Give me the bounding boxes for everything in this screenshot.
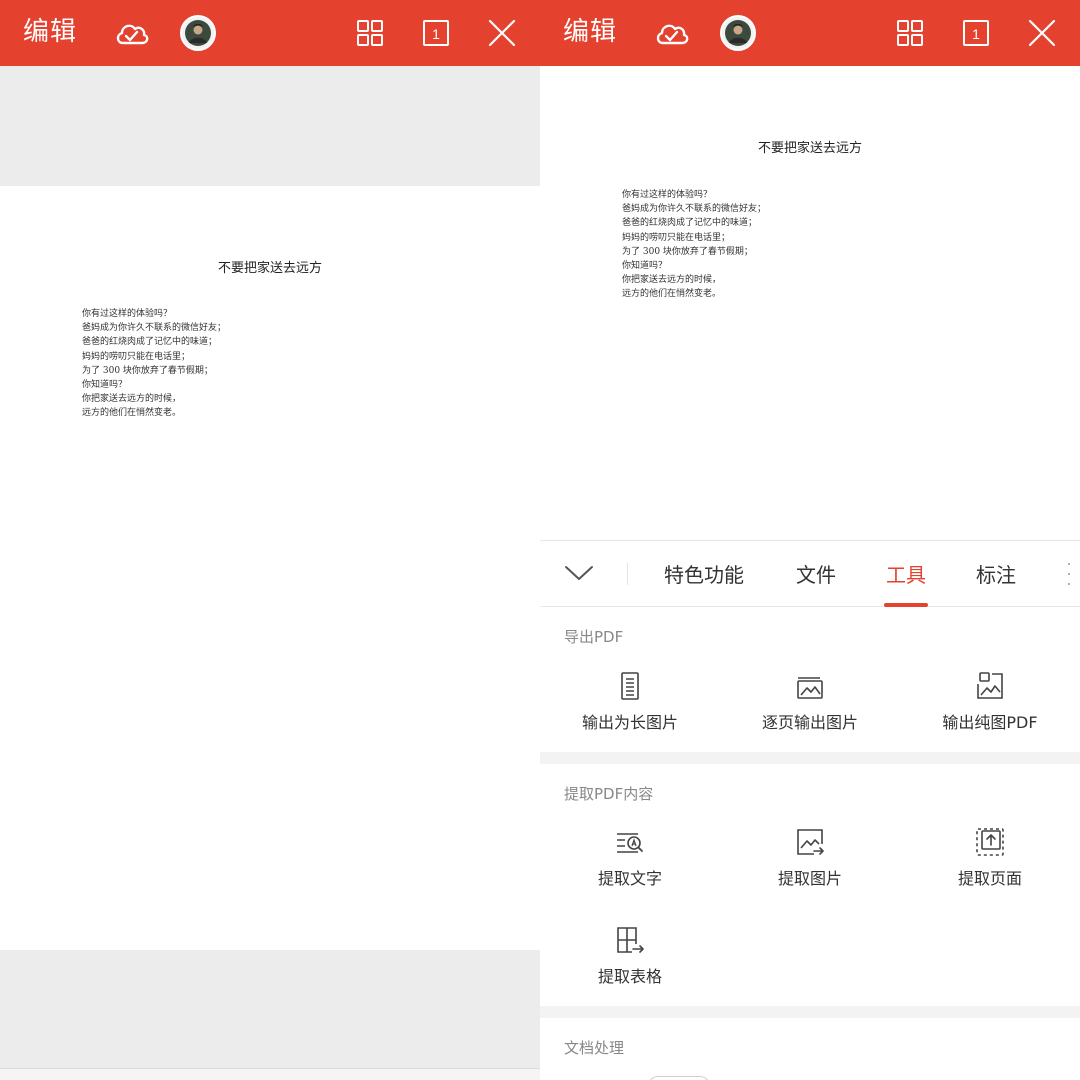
grid-icon[interactable] <box>890 13 930 53</box>
document-line: 妈妈的唠叨只能在电话里； <box>82 351 191 362</box>
avatar[interactable] <box>178 13 218 53</box>
edit-button[interactable]: 编辑 <box>23 14 77 50</box>
avatar[interactable] <box>718 13 758 53</box>
document-line: 你知道吗？ <box>82 380 128 391</box>
grid-icon[interactable] <box>350 13 390 53</box>
image-pdf-icon <box>977 672 1003 699</box>
panel-tab-bar: 特色功能 文件 工具 标注 <box>540 541 1080 607</box>
tool-label: 输出为长图片 <box>581 713 678 732</box>
document-line: 远方的他们在悄然变老。 <box>82 408 182 419</box>
document-line: 爸妈成为你许久不联系的微信好友； <box>622 204 767 215</box>
export-page-images-button[interactable]: 逐页输出图片 <box>720 670 900 760</box>
tool-label: 输出纯图PDF <box>942 713 1038 732</box>
section-title: 导出PDF <box>564 628 624 646</box>
partial-tool-badge <box>648 1076 710 1080</box>
cloud-check-icon[interactable] <box>112 13 152 53</box>
close-icon[interactable] <box>1022 13 1062 53</box>
document-line: 妈妈的唠叨只能在电话里； <box>622 232 731 243</box>
section-extract-pdf: 提取PDF内容 提取文字 提取图片 提取页面 提取表格 <box>540 764 1080 1006</box>
extract-page-button[interactable]: 提取页面 <box>900 826 1080 916</box>
extract-table-button[interactable]: 提取表格 <box>540 924 720 1014</box>
tool-label: 逐页输出图片 <box>761 713 858 732</box>
export-image-pdf-button[interactable]: 输出纯图PDF <box>900 670 1080 760</box>
document-title: 不要把家送去远方 <box>757 141 862 156</box>
page-images-icon <box>797 677 823 699</box>
tool-label: 提取表格 <box>597 967 662 986</box>
right-reader-pane: 编辑 1 不要把家送去远方 你有过这样的体验吗？ 爸妈成为你许久不联系的微信好友… <box>540 0 1080 1080</box>
extract-text-icon <box>617 833 643 853</box>
page-count-icon[interactable]: 1 <box>416 13 456 53</box>
document-line: 你把家送去远方的时候， <box>82 394 182 405</box>
bottom-bar <box>0 1068 540 1080</box>
top-toolbar: 编辑 1 <box>0 0 540 66</box>
tab-file[interactable]: 文件 <box>796 561 836 589</box>
document-body: 你有过这样的体验吗？ 爸妈成为你许久不联系的微信好友； 爸爸的红烧肉成了记忆中的… <box>82 307 226 421</box>
chevron-down-icon[interactable] <box>562 558 596 588</box>
extract-text-button[interactable]: 提取文字 <box>540 826 720 916</box>
document-line: 为了 300 块你放弃了春节假期； <box>622 246 753 257</box>
document-page <box>0 186 540 950</box>
document-line: 你知道吗？ <box>622 261 668 272</box>
section-export-pdf: 导出PDF 输出为长图片 逐页输出图片 输出纯图PDF <box>540 608 1080 752</box>
extract-image-icon <box>797 829 824 855</box>
tools-panel: 特色功能 文件 工具 标注 导出PDF 输出为长图片 逐页输出图片 输出纯图PD… <box>540 540 1080 1080</box>
top-toolbar: 编辑 1 <box>540 0 1080 66</box>
extract-table-icon <box>617 927 644 953</box>
document-line: 你有过这样的体验吗？ <box>82 309 173 319</box>
tool-label: 提取页面 <box>957 869 1022 888</box>
section-document-processing: 文档处理 <box>540 1018 1080 1080</box>
close-icon[interactable] <box>482 13 522 53</box>
tool-label: 提取图片 <box>777 869 842 888</box>
document-line: 远方的他们在悄然变老。 <box>622 289 722 300</box>
page-count-text: 1 <box>432 26 440 42</box>
tool-label: 提取文字 <box>597 869 662 888</box>
page-count-text: 1 <box>972 26 980 42</box>
page-count-icon[interactable]: 1 <box>956 13 996 53</box>
tab-divider <box>627 563 628 585</box>
document-title: 不要把家送去远方 <box>217 261 322 276</box>
section-title: 文档处理 <box>564 1039 625 1057</box>
section-divider <box>540 752 1080 764</box>
document-line: 为了 300 块你放弃了春节假期； <box>82 365 213 376</box>
section-title: 提取PDF内容 <box>564 785 654 803</box>
long-image-icon <box>621 672 639 700</box>
tab-features[interactable]: 特色功能 <box>664 561 744 589</box>
document-line: 你把家送去远方的时候， <box>622 275 722 286</box>
document-line: 爸妈成为你许久不联系的微信好友； <box>82 323 227 334</box>
extract-page-icon <box>976 828 1004 856</box>
active-tab-indicator <box>884 603 928 607</box>
edit-button[interactable]: 编辑 <box>563 14 617 50</box>
document-line: 爸爸的红烧肉成了记忆中的味道； <box>622 218 758 229</box>
more-tabs-icon[interactable] <box>1066 563 1072 585</box>
export-long-image-button[interactable]: 输出为长图片 <box>540 670 720 760</box>
left-reader-pane: 编辑 1 不要把家送去远方 你有过这样的体验吗？ 爸妈成为你许久不联系的微信好友… <box>0 0 540 1080</box>
extract-image-button[interactable]: 提取图片 <box>720 826 900 916</box>
section-divider <box>540 1006 1080 1018</box>
cloud-check-icon[interactable] <box>652 13 692 53</box>
document-line: 你有过这样的体验吗？ <box>622 190 713 200</box>
tab-annotate[interactable]: 标注 <box>976 561 1016 589</box>
document-line: 爸爸的红烧肉成了记忆中的味道； <box>82 337 218 348</box>
document-body: 你有过这样的体验吗？ 爸妈成为你许久不联系的微信好友； 爸爸的红烧肉成了记忆中的… <box>622 188 766 302</box>
tab-tools[interactable]: 工具 <box>886 561 926 589</box>
